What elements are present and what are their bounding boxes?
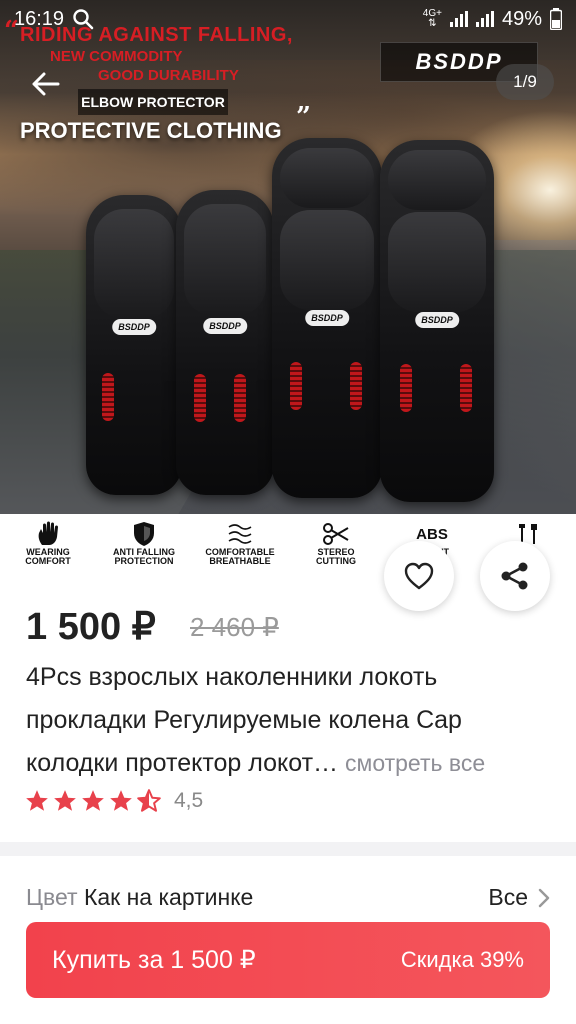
discount-label: Скидка 39% bbox=[400, 947, 524, 972]
image-counter: 1/9 bbox=[496, 64, 554, 100]
rating-value: 4,5 bbox=[174, 789, 204, 812]
back-button[interactable] bbox=[24, 62, 68, 106]
all-options-link[interactable]: Все bbox=[488, 884, 550, 911]
feature-item: WEARING COMFORT bbox=[0, 514, 96, 576]
banner-line-2: NEW COMMODITY bbox=[50, 48, 183, 65]
banner-title: PROTECTIVE CLOTHING bbox=[20, 118, 282, 143]
network-type: 4G+ ⇅ bbox=[422, 8, 442, 29]
feature-item: ANTI FALLING PROTECTION bbox=[96, 514, 192, 576]
star-icon bbox=[26, 790, 48, 811]
product-title[interactable]: 4Pcs взрослых наколенники локоть проклад… bbox=[26, 656, 556, 785]
buy-button[interactable]: Купить за 1 500 ₽ Скидка 39% bbox=[26, 922, 550, 998]
pad-logo: BSDDP bbox=[112, 319, 156, 335]
color-label: Цвет bbox=[26, 884, 78, 910]
feature-item: STEREO CUTTING bbox=[288, 514, 384, 576]
star-icon bbox=[110, 790, 132, 811]
shield-icon bbox=[134, 522, 154, 546]
arrow-left-icon bbox=[32, 72, 60, 96]
status-bar: 16:19 4G+ ⇅ 49% bbox=[0, 0, 576, 38]
chevron-right-icon bbox=[538, 888, 550, 907]
feature-item: COMFORTABLE BREATHABLE bbox=[192, 514, 288, 576]
hand-icon bbox=[38, 521, 58, 545]
status-time: 16:19 bbox=[14, 7, 65, 30]
banner-line-3: GOOD DURABILITY bbox=[98, 67, 239, 84]
elbow-pad-right: BSDDP bbox=[176, 190, 286, 495]
rating[interactable]: 4,5 bbox=[24, 788, 203, 814]
color-value: Как на картинке bbox=[83, 884, 254, 910]
wind-icon bbox=[228, 524, 252, 544]
color-selector[interactable]: Цвет Как на картинке Все bbox=[26, 884, 550, 911]
battery-icon bbox=[550, 8, 562, 30]
current-price: 1 500 ₽ bbox=[26, 606, 156, 648]
feature-label: PROTECTION bbox=[114, 556, 174, 566]
signal-icon bbox=[475, 11, 494, 27]
pad-logo: BSDDP bbox=[415, 312, 459, 328]
old-price: 2 460 ₽ bbox=[190, 612, 279, 642]
share-icon bbox=[501, 562, 528, 590]
section-divider bbox=[0, 842, 576, 856]
banner-tag: ELBOW PROTECTOR bbox=[78, 89, 228, 115]
star-icon bbox=[82, 790, 104, 811]
see-all-link[interactable]: смотреть все bbox=[345, 750, 485, 776]
elbow-pad-left: BSDDP bbox=[86, 195, 192, 495]
all-options-label: Все bbox=[488, 884, 528, 910]
knee-pad-left: BSDDP bbox=[272, 138, 382, 498]
feature-label: BREATHABLE bbox=[209, 556, 271, 566]
scissors-icon bbox=[323, 523, 349, 545]
search-icon bbox=[73, 9, 94, 30]
star-icon bbox=[54, 790, 76, 811]
product-image-gallery[interactable]: BSDDP BSDDP BSDDP BSDDP “ RIDING AGAINST… bbox=[0, 0, 576, 514]
feature-label: CUTTING bbox=[316, 556, 356, 566]
signal-icon bbox=[449, 11, 468, 27]
star-half-icon bbox=[137, 789, 161, 812]
battery-level: 49% bbox=[501, 7, 542, 30]
close-quote: ” bbox=[296, 102, 311, 132]
heart-icon bbox=[404, 562, 434, 590]
pad-logo: BSDDP bbox=[305, 310, 349, 326]
feature-label: COMFORT bbox=[25, 556, 71, 566]
buy-label: Купить за 1 500 ₽ bbox=[52, 946, 256, 974]
share-button[interactable] bbox=[480, 541, 550, 611]
knee-pad-right: BSDDP bbox=[380, 140, 494, 502]
pad-logo: BSDDP bbox=[203, 318, 247, 334]
favorite-button[interactable] bbox=[384, 541, 454, 611]
